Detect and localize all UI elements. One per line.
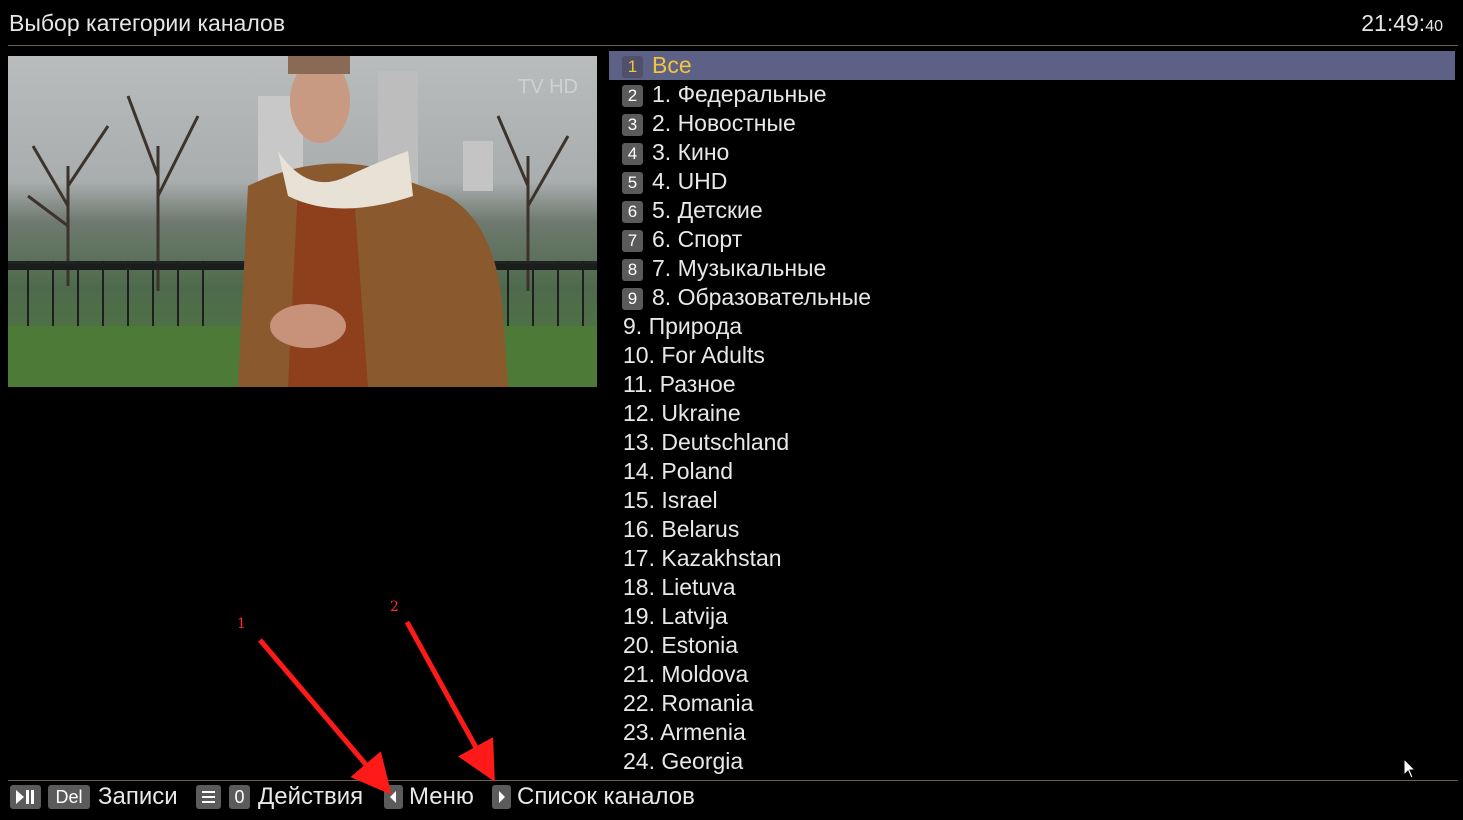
category-label: 7. Музыкальные [652, 255, 827, 281]
category-label: 5. Детские [652, 197, 763, 223]
category-item[interactable]: 4 3. Кино [609, 138, 1455, 167]
category-item[interactable]: 15. Israel [609, 486, 1455, 515]
category-number-badge: 9 [622, 288, 643, 310]
category-item[interactable]: 16. Belarus [609, 515, 1455, 544]
category-item[interactable]: 5 4. UHD [609, 167, 1455, 196]
menu-lines-icon [202, 791, 215, 803]
clock: 21:49:40 [1361, 10, 1443, 37]
category-label: 21. Moldova [623, 661, 749, 687]
annotation-arrow-1 [258, 638, 392, 795]
category-number-badge: 2 [622, 85, 643, 107]
category-label: 19. Latvija [623, 603, 728, 629]
category-item[interactable]: 1 Все [609, 51, 1455, 80]
category-item[interactable]: 13. Deutschland [609, 428, 1455, 457]
page-title: Выбор категории каналов [9, 10, 286, 36]
category-item[interactable]: 23. Armenia [609, 718, 1455, 747]
left-key[interactable] [384, 785, 403, 809]
zero-key[interactable]: 0 [229, 785, 250, 809]
category-label: 16. Belarus [623, 516, 740, 542]
category-item[interactable]: 21. Moldova [609, 660, 1455, 689]
category-label: 22. Romania [623, 690, 754, 716]
records-label[interactable]: Записи [98, 782, 178, 812]
footer-bar: Del Записи 0 Действия Меню Список канало… [8, 782, 1458, 812]
category-item[interactable]: 9 8. Образовательные [609, 283, 1455, 312]
category-item[interactable]: 11. Разное [609, 370, 1455, 399]
category-label: 12. Ukraine [623, 400, 741, 426]
category-label: 11. Разное [623, 371, 736, 397]
category-number-badge: 6 [622, 201, 643, 223]
category-label: 8. Образовательные [652, 284, 872, 310]
category-item[interactable]: 2 1. Федеральные [609, 80, 1455, 109]
category-number-badge: 1 [622, 56, 643, 78]
annotation-arrow-2 [404, 620, 495, 782]
category-label: 20. Estonia [623, 632, 739, 658]
category-item[interactable]: 10. For Adults [609, 341, 1455, 370]
category-label: 14. Poland [623, 458, 733, 484]
preview-scene-image: TV HD [8, 56, 597, 387]
footer-divider [8, 780, 1458, 781]
menu-key[interactable] [196, 785, 221, 809]
category-label: 4. UHD [652, 168, 728, 194]
actions-label[interactable]: Действия [258, 782, 363, 812]
menu-label[interactable]: Меню [409, 782, 474, 812]
category-number-badge: 5 [622, 172, 643, 194]
category-item[interactable]: 9. Природа [609, 312, 1455, 341]
video-preview[interactable]: TV HD [8, 56, 597, 387]
category-label: 1. Федеральные [652, 81, 827, 107]
clock-seconds: 40 [1425, 18, 1443, 35]
category-item[interactable]: 7 6. Спорт [609, 225, 1455, 254]
category-list[interactable]: 1 Все 2 1. Федеральные 3 2. Новостные 4 3. Кино… [609, 51, 1455, 776]
category-label: 9. Природа [623, 313, 743, 339]
category-item[interactable]: 12. Ukraine [609, 399, 1455, 428]
play-pause-key[interactable] [10, 785, 41, 809]
category-item[interactable]: 14. Poland [609, 457, 1455, 486]
clock-hours-minutes: 21:49: [1361, 10, 1426, 36]
channel-watermark: TV HD [518, 76, 578, 98]
category-label: 15. Israel [623, 487, 718, 513]
category-number-badge: 4 [622, 143, 643, 165]
category-item[interactable]: 22. Romania [609, 689, 1455, 718]
category-label: 3. Кино [652, 139, 730, 165]
category-item[interactable]: 24. Georgia [609, 747, 1455, 776]
category-label: 13. Deutschland [623, 429, 790, 455]
category-item[interactable]: 18. Lietuva [609, 573, 1455, 602]
category-item[interactable]: 17. Kazakhstan [609, 544, 1455, 573]
category-label: 2. Новостные [652, 110, 796, 136]
annotation-label-2: 2 [390, 599, 399, 615]
channel-list-label[interactable]: Список каналов [517, 782, 695, 812]
category-label: 6. Спорт [652, 226, 743, 252]
category-number-badge: 8 [622, 259, 643, 281]
category-label: 18. Lietuva [623, 574, 736, 600]
category-label: 10. For Adults [623, 342, 765, 368]
category-label: Все [652, 52, 692, 78]
header-bar: Выбор категории каналов 21:49:40 [0, 0, 1463, 46]
category-label: 24. Georgia [623, 748, 744, 774]
right-arrow-icon [499, 791, 505, 803]
annotation-label-1: 1 [237, 616, 246, 632]
category-item[interactable]: 6 5. Детские [609, 196, 1455, 225]
category-item[interactable]: 8 7. Музыкальные [609, 254, 1455, 283]
category-number-badge: 3 [622, 114, 643, 136]
mouse-cursor-icon [1403, 758, 1417, 779]
left-arrow-icon [390, 791, 396, 803]
header-divider [8, 45, 1458, 46]
category-item[interactable]: 19. Latvija [609, 602, 1455, 631]
play-pause-icon [16, 790, 34, 804]
category-label: 23. Armenia [623, 719, 746, 745]
category-item[interactable]: 20. Estonia [609, 631, 1455, 660]
right-key[interactable] [492, 785, 511, 809]
del-key[interactable]: Del [48, 785, 90, 809]
category-number-badge: 7 [622, 230, 643, 252]
category-label: 17. Kazakhstan [623, 545, 782, 571]
category-item[interactable]: 3 2. Новостные [609, 109, 1455, 138]
